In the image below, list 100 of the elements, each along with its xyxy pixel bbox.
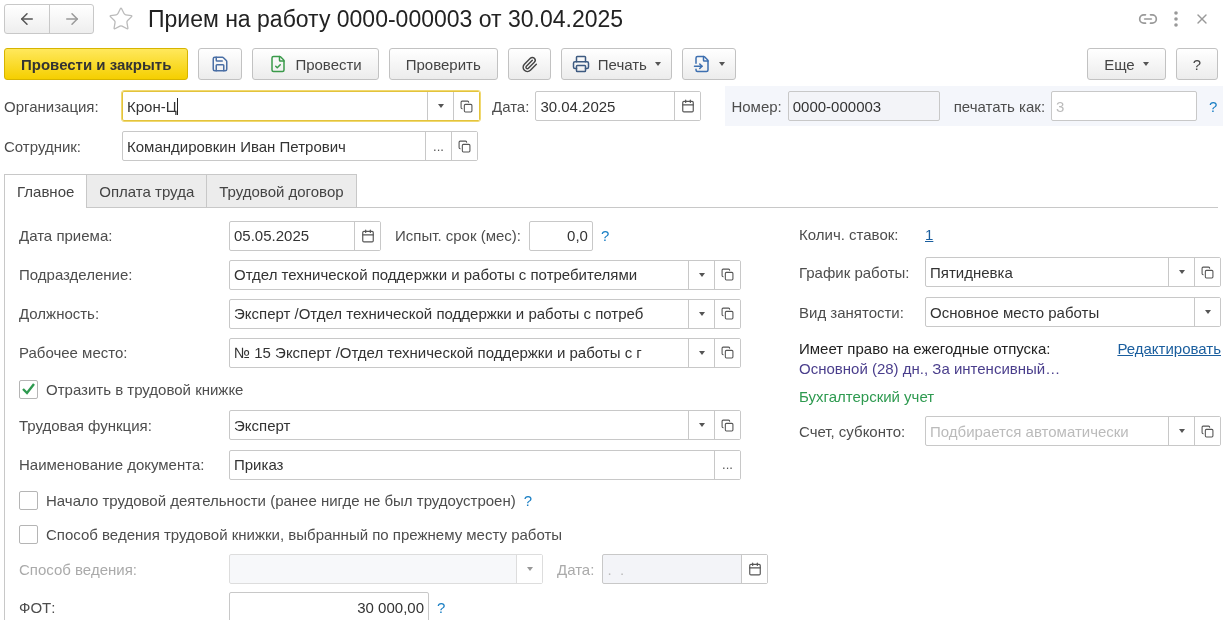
open-icon <box>721 307 734 321</box>
toolbar-button[interactable]: ? <box>1175 48 1218 80</box>
field-label: Сотрудник: <box>4 137 83 155</box>
calendar-button[interactable] <box>674 92 701 120</box>
printer-icon <box>571 55 590 73</box>
organization-field[interactable]: Крон-Ц <box>122 91 480 121</box>
employee-field[interactable]: Командировкин Иван Петрович ... <box>122 131 478 161</box>
select-field[interactable] <box>229 554 543 585</box>
checkbox-label: Начало трудовой деятельности (ранее нигде не был трудоустроен) <box>46 492 516 510</box>
tab[interactable]: Оплата труда <box>86 174 208 207</box>
choice-button[interactable]: ... <box>714 450 740 479</box>
post-and-close-button[interactable]: Провести и закрыть <box>4 48 189 80</box>
number-field[interactable]: 0,0 <box>528 220 593 251</box>
field-label: Испыт. срок (мес): <box>395 227 521 245</box>
field-label: Трудовая функция: <box>19 416 153 434</box>
calendar-icon <box>680 99 695 113</box>
vacation-list: Основной (28) дн., За интенсивный… <box>799 360 1221 377</box>
open-button[interactable] <box>1194 258 1220 286</box>
rate-count-link[interactable]: 1 <box>925 225 934 243</box>
tab[interactable]: Главное <box>4 174 88 208</box>
open-button[interactable] <box>453 92 479 120</box>
more-icon <box>1174 11 1178 27</box>
caret-icon <box>718 62 725 66</box>
select-field[interactable]: Эксперт <box>229 410 741 441</box>
field-label: Организация: <box>4 97 100 115</box>
field-label: Должность: <box>19 305 101 323</box>
help-link[interactable]: ? <box>600 227 610 245</box>
select-field[interactable]: Отдел технической поддержки и работы с потребителями <box>229 259 741 290</box>
section-title: Бухгалтерский учет <box>799 387 935 405</box>
help-link[interactable]: ? <box>437 598 446 616</box>
checkbox-label: Отразить в трудовой книжке <box>46 380 244 398</box>
field-label: печатать как: <box>953 97 1046 115</box>
dropdown-button[interactable] <box>1194 298 1220 326</box>
select-field[interactable]: № 15 Эксперт /Отдел технической поддержки и работы с г <box>229 338 741 368</box>
caret-icon <box>526 567 533 572</box>
field-label: Рабочее место: <box>19 344 129 362</box>
caret-icon <box>698 423 705 428</box>
save-button[interactable] <box>198 48 243 80</box>
date-field[interactable]: 05.05.2025 <box>229 220 381 251</box>
open-button[interactable] <box>714 411 740 440</box>
field-label: Наименование документа: <box>19 456 206 474</box>
print-button[interactable]: Печать <box>560 48 672 80</box>
open-button[interactable] <box>451 132 477 160</box>
menu-button[interactable] <box>1172 9 1180 29</box>
calendar-icon <box>360 228 375 243</box>
open-icon <box>721 418 734 432</box>
field-label: Дата приема: <box>19 227 114 245</box>
open-button[interactable] <box>714 339 740 367</box>
tab[interactable]: Трудовой договор <box>206 174 357 207</box>
caret-icon <box>654 62 661 66</box>
checkbox[interactable] <box>19 379 38 399</box>
open-icon <box>721 346 734 360</box>
open-icon <box>1201 265 1214 279</box>
number-field[interactable]: 0000-000003 <box>787 91 940 121</box>
document-arrow-icon <box>692 55 711 73</box>
calendar-button[interactable] <box>354 221 380 250</box>
open-icon <box>1201 424 1214 438</box>
caret-icon <box>1142 62 1149 66</box>
post-button[interactable]: Провести <box>252 48 379 80</box>
toolbar-button[interactable]: Проверить <box>388 48 498 80</box>
more-button[interactable]: Еще <box>1087 48 1166 80</box>
caret-icon <box>1178 429 1185 433</box>
input-field[interactable]: Приказ ... <box>229 449 741 480</box>
date-field[interactable]: 30.04.2025 <box>535 91 702 121</box>
field-label: Вид занятости: <box>799 303 905 321</box>
select-field[interactable]: Пятидневка <box>925 257 1221 287</box>
open-button[interactable] <box>714 260 740 289</box>
field-label: График работы: <box>799 263 911 281</box>
field-label: ФОТ: <box>19 598 57 616</box>
caret-icon <box>437 104 444 108</box>
caret-icon <box>1178 270 1185 274</box>
field-label: Дата: <box>492 97 530 115</box>
caret-icon <box>698 272 705 277</box>
open-button[interactable] <box>714 299 740 328</box>
related-documents-button[interactable] <box>681 48 736 80</box>
help-link[interactable]: ? <box>1209 97 1218 115</box>
help-link[interactable]: ? <box>523 492 533 510</box>
save-icon <box>211 55 230 73</box>
open-icon <box>458 139 471 153</box>
field-label: Колич. ставок: <box>799 225 900 243</box>
vacation-label: Имеет право на ежегодные отпуска: <box>799 339 1051 357</box>
checkbox[interactable] <box>19 491 38 511</box>
amount-field[interactable]: 30 000,00 <box>229 592 429 620</box>
edit-link[interactable]: Редактировать <box>1117 339 1221 357</box>
select-field[interactable]: Основное место работы <box>925 297 1221 327</box>
calendar-button[interactable] <box>741 555 768 584</box>
field-label: Дата: <box>557 560 595 578</box>
caret-icon <box>1204 310 1211 314</box>
select-field[interactable]: Эксперт /Отдел технической поддержки и работы с потреб <box>229 298 741 329</box>
calendar-icon <box>747 562 762 577</box>
paperclip-icon <box>520 55 538 73</box>
attach-button[interactable] <box>507 48 551 80</box>
star-icon <box>108 6 134 32</box>
open-button[interactable] <box>1194 417 1220 445</box>
window-title: Прием на работу 0000-000003 от 30.04.2025 <box>148 5 625 33</box>
caret-icon <box>698 311 705 316</box>
checkbox[interactable] <box>19 524 38 544</box>
field-label: Счет, субконто: <box>799 422 907 440</box>
field-label: Номер: <box>731 97 782 115</box>
open-icon <box>460 99 473 113</box>
